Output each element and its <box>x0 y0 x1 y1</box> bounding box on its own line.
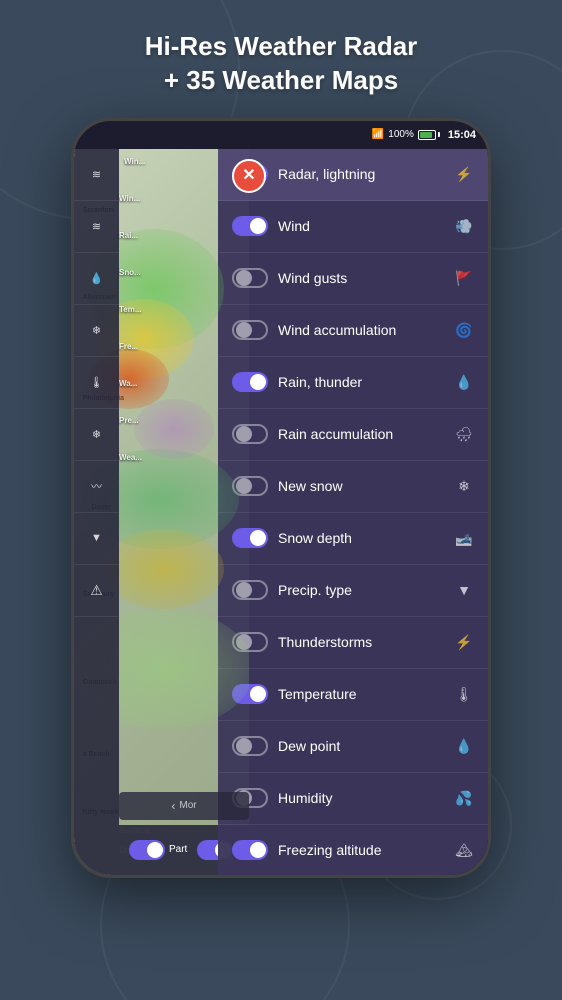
menu-label-humidity: Humidity <box>278 790 444 806</box>
menu-label-wind-accumulation: Wind accumulation <box>278 322 444 338</box>
menu-icon-precip-type: ▼ <box>454 582 474 598</box>
clock: 15:04 <box>448 129 476 141</box>
menu-item-humidity[interactable]: Humidity 💦 <box>218 773 488 825</box>
close-button[interactable]: ✕ <box>232 159 266 193</box>
menu-item-precip-type[interactable]: Precip. type ▼ <box>218 565 488 617</box>
menu-icon-humidity: 💦 <box>454 790 474 807</box>
menu-icon-new-snow: ❄ <box>454 478 474 495</box>
menu-icon-radar-lightning: ⚡ <box>454 166 474 183</box>
map-label-rain: Rai... <box>119 231 249 240</box>
menu-icon-wind-gusts: 🚩 <box>454 270 474 287</box>
map-labels-overlay: Win... Win... Rai... Sno... Tem... Fre..… <box>119 149 249 462</box>
menu-label-wind: Wind <box>278 218 444 234</box>
menu-label-radar-lightning: Radar, lightning <box>278 166 444 182</box>
side-icon-strip: ≋ ≋ 💧 ❄ 🌡 ❄ 〰 ▼ ⚠ <box>74 149 119 875</box>
side-item-wind2[interactable]: ≋ <box>74 201 119 253</box>
menu-label-temperature: Temperature <box>278 686 444 702</box>
side-item-temp[interactable]: 🌡 <box>74 357 119 409</box>
menu-icon-dew-point: 💧 <box>454 738 474 755</box>
side-item-wind1[interactable]: ≋ <box>74 149 119 201</box>
menu-item-new-snow[interactable]: New snow ❄ <box>218 461 488 513</box>
menu-item-wind[interactable]: Wind 💨 <box>218 201 488 253</box>
menu-item-snow-depth[interactable]: Snow depth 🎿 <box>218 513 488 565</box>
side-item-snow[interactable]: ❄ <box>74 305 119 357</box>
menu-panel: Radar, lightning ⚡ Wind 💨 Wind gusts 🚩 Wind ac… <box>218 149 488 875</box>
side-item-precip[interactable]: ▼ <box>74 513 119 565</box>
close-icon: ✕ <box>242 168 255 184</box>
menu-icon-wind-accumulation: 🌀 <box>454 322 474 339</box>
side-item-freeze[interactable]: ❄ <box>74 409 119 461</box>
menu-icon-thunderstorms: ⚡ <box>454 634 474 651</box>
menu-icon-temperature: 🌡 <box>454 686 474 703</box>
menu-label-freezing-altitude: Freezing altitude <box>278 842 444 858</box>
menu-icon-rain-accumulation: 🌧 <box>454 426 474 443</box>
side-item-weather[interactable]: ⚠ <box>74 565 119 617</box>
status-bar: 📶 100% 15:04 <box>74 121 488 149</box>
menu-item-dew-point[interactable]: Dew point 💧 <box>218 721 488 773</box>
menu-label-new-snow: New snow <box>278 478 444 494</box>
title-area: Hi-Res Weather Radar + 35 Weather Maps <box>0 0 562 118</box>
menu-item-freezing-altitude[interactable]: Freezing altitude 🏔 <box>218 825 488 875</box>
phone-screen: 📶 100% 15:04 <box>74 121 488 875</box>
menu-icon-rain-thunder: 💧 <box>454 374 474 391</box>
map-label-tem: Tem... <box>119 305 249 314</box>
map-label-pre: Pre... <box>119 416 249 425</box>
menu-item-wind-accumulation[interactable]: Wind accumulation 🌀 <box>218 305 488 357</box>
signal-icon: 📶 <box>372 129 384 140</box>
page-title: Hi-Res Weather Radar + 35 Weather Maps <box>20 30 542 98</box>
menu-item-wind-gusts[interactable]: Wind gusts 🚩 <box>218 253 488 305</box>
menu-label-thunderstorms: Thunderstorms <box>278 634 444 650</box>
map-label-fre: Fre... <box>119 342 249 351</box>
menu-icon-wind: 💨 <box>454 218 474 235</box>
menu-label-precip-type: Precip. type <box>278 582 444 598</box>
menu-item-rain-accumulation[interactable]: Rain accumulation 🌧 <box>218 409 488 461</box>
map-label-sno: Sno... <box>119 268 249 277</box>
map-label-wind2: Win... <box>119 194 249 203</box>
menu-label-snow-depth: Snow depth <box>278 530 444 546</box>
menu-label-rain-thunder: Rain, thunder <box>278 374 444 390</box>
battery-percent: 100% <box>388 129 414 140</box>
menu-item-thunderstorms[interactable]: Thunderstorms ⚡ <box>218 617 488 669</box>
menu-item-temperature[interactable]: Temperature 🌡 <box>218 669 488 721</box>
back-label: Mor <box>179 800 196 811</box>
map-label-wa: Wa... <box>119 379 249 388</box>
chevron-left-icon: ‹ <box>171 799 175 813</box>
phone-mockup: 📶 100% 15:04 <box>71 118 491 878</box>
menu-icon-snow-depth: 🎿 <box>454 530 474 547</box>
menu-label-wind-gusts: Wind gusts <box>278 270 444 286</box>
side-item-wave[interactable]: 〰 <box>74 461 119 513</box>
map-label-wea: Wea... <box>119 453 249 462</box>
menu-label-rain-accumulation: Rain accumulation <box>278 426 444 442</box>
back-button[interactable]: ‹ Mor <box>119 792 249 820</box>
side-item-rain[interactable]: 💧 <box>74 253 119 305</box>
menu-label-dew-point: Dew point <box>278 738 444 754</box>
battery-icon <box>418 130 440 140</box>
menu-item-rain-thunder[interactable]: Rain, thunder 💧 <box>218 357 488 409</box>
menu-icon-freezing-altitude: 🏔 <box>454 842 474 859</box>
map-label-wind1: Win... <box>124 157 254 166</box>
